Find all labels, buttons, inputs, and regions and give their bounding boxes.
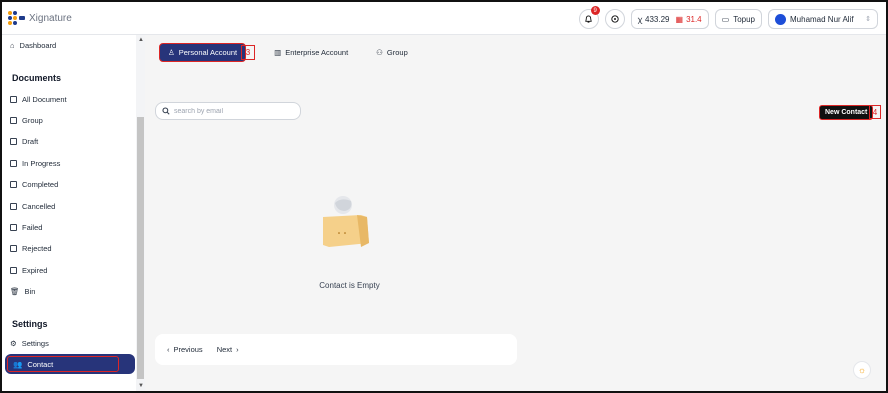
sidebar-item-bin[interactable]: 🗑 Bin [10,287,35,296]
file-clock-icon [10,267,17,274]
documents-heading: Documents [12,73,62,83]
sidebar-item-label: Dashboard [19,41,57,50]
sidebar-item-expired[interactable]: Expired [10,266,47,275]
main-content: ♙ Personal Account ▥ Enterprise Account … [145,35,886,391]
previous-button[interactable]: ‹ Previous [167,345,203,354]
sidebar-item-label: Group [22,116,43,125]
user-menu[interactable]: Muhamad Nur Alif ⇕ [768,9,878,29]
empty-state-message: Contact is Empty [319,281,380,290]
pagination: ‹ Previous Next › [155,334,517,365]
app-logo[interactable]: Xignature [8,11,72,25]
file-check-icon [10,181,17,188]
sidebar-item-label: Expired [22,266,48,275]
sidebar-item-draft[interactable]: Draft [10,137,38,146]
group-icon: ⚇ [376,48,383,57]
sidebar-item-label: Cancelled [22,202,56,211]
trash-icon: 🗑 [10,287,20,296]
topup-button[interactable]: ▭ Topup [714,9,762,29]
top-bar: Xignature 9 ꭓ 433.29 ▦ 31.4 ▭ Topup Muha… [2,2,886,35]
info-icon [610,15,619,23]
search-input[interactable] [174,107,294,115]
notification-button[interactable]: 9 [578,6,600,29]
sidebar-item-label: Failed [22,223,43,232]
avatar [775,13,786,25]
search-icon [162,107,170,115]
wallet-icon: ▭ [721,14,730,24]
file-minus-icon [10,245,17,252]
sidebar-item-group[interactable]: Group [10,116,43,125]
sidebar-scrollbar[interactable]: ▲ ▼ [136,35,145,391]
users-icon: 👥 [13,360,23,369]
tab-enterprise-account[interactable]: ▥ Enterprise Account [274,48,348,57]
balance-b-value: 31.4 [686,14,702,24]
sidebar-item-all-document[interactable]: All Document [10,95,67,104]
next-label: Next [216,345,233,354]
home-icon: ⌂ [10,41,15,50]
file-alert-icon [10,224,17,231]
annotation-marker-4: 4 [869,105,881,119]
user-icon: ♙ [168,48,175,57]
folder-icon [10,117,17,124]
notification-badge: 9 [590,6,600,15]
documents-icon [10,96,17,103]
chevron-right-icon: › [236,345,239,354]
sidebar-item-rejected[interactable]: Rejected [10,244,52,253]
tab-label: Enterprise Account [285,48,349,57]
search-input-wrapper[interactable] [155,102,301,120]
sun-icon: ☼ [857,365,867,375]
sidebar-item-in-progress[interactable]: In Progress [10,159,60,168]
sidebar-item-completed[interactable]: Completed [10,180,58,189]
file-x-icon [10,203,17,210]
empty-box-icon [323,196,369,247]
file-icon [10,138,17,145]
tab-personal-account[interactable]: ♙ Personal Account [159,43,247,62]
sidebar-item-label: Completed [22,180,59,189]
logo-text: Xignature [29,12,72,24]
topup-label: Topup [733,14,755,24]
scroll-up-icon[interactable]: ▲ [138,37,144,43]
previous-label: Previous [173,345,203,354]
tab-label: Group [386,48,408,57]
building-icon: ▥ [274,48,282,57]
qr-icon: ▦ [675,14,684,24]
sidebar-item-label: Settings [21,339,49,348]
chevron-updown-icon: ⇕ [865,16,871,23]
file-progress-icon [10,160,17,167]
sidebar-item-dashboard[interactable]: ⌂ Dashboard [10,41,56,50]
bell-icon [585,14,592,23]
balance-pill[interactable]: ꭓ 433.29 ▦ 31.4 [630,9,709,29]
sidebar-item-contact[interactable]: 👥 Contact [5,354,135,374]
sidebar-item-failed[interactable]: Failed [10,223,42,232]
sidebar-item-settings[interactable]: ⚙ Settings [10,339,49,348]
scroll-down-icon[interactable]: ▼ [138,383,144,389]
user-name: Muhamad Nur Alif [790,14,854,24]
chevron-left-icon: ‹ [167,345,170,354]
sidebar-item-label: Draft [22,137,39,146]
sidebar-item-label: Bin [24,287,36,296]
help-button[interactable] [604,9,625,29]
gear-icon: ⚙ [10,339,17,348]
sidebar-item-label: All Document [22,95,67,104]
next-button[interactable]: Next › [217,345,239,354]
sidebar-item-label: Contact [27,360,54,369]
balance-b: ▦ 31.4 [676,15,702,24]
tab-label: Personal Account [178,48,238,57]
account-tabs: ♙ Personal Account ▥ Enterprise Account … [159,43,408,62]
new-contact-button[interactable]: New Contact [819,105,874,120]
balance-a: ꭓ 433.29 [638,14,670,25]
theme-toggle-button[interactable]: ☼ [853,361,871,379]
sidebar-item-label: Rejected [22,244,52,253]
scroll-thumb[interactable] [137,117,144,379]
logo-icon [8,11,26,25]
sidebar-item-cancelled[interactable]: Cancelled [10,202,55,211]
balance-a-value: 433.29 [645,14,670,24]
sidebar-item-label: In Progress [22,159,61,168]
settings-heading: Settings [12,319,48,329]
annotation-marker-3: 3 [241,45,255,60]
tab-group[interactable]: ⚇ Group [376,48,408,57]
sidebar: ⌂ Dashboard Documents All Document Group… [2,35,135,391]
signature-icon: ꭓ [637,14,643,24]
